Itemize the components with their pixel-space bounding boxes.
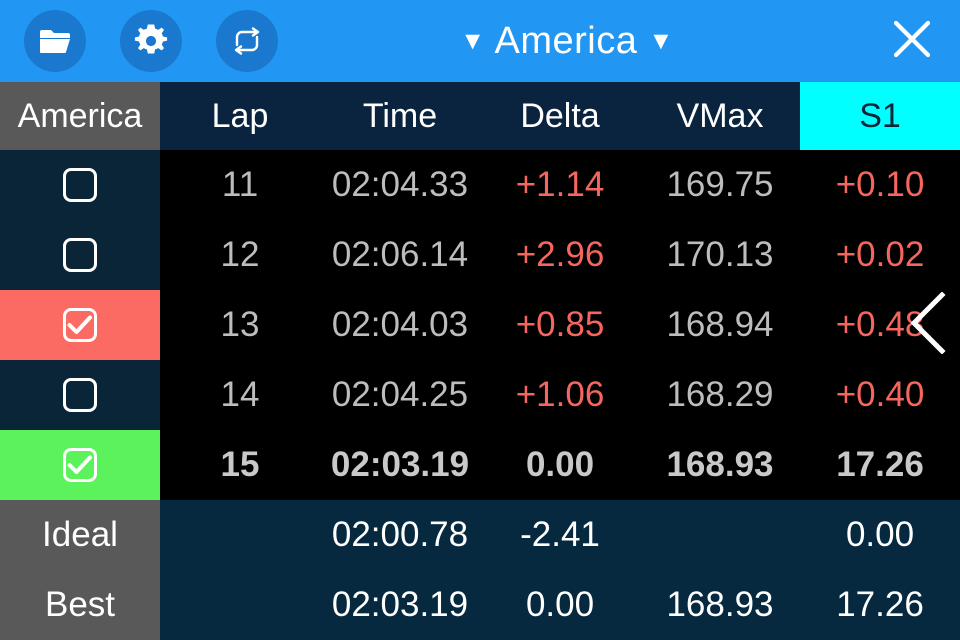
checkbox-icon[interactable] (63, 378, 97, 412)
row-select-cell[interactable] (0, 360, 160, 430)
laptimes-app: ▼ America ▼ America Lap Time Delta VMax … (0, 0, 960, 640)
cell-delta: +1.06 (515, 375, 605, 414)
table-row[interactable]: 14 02:04.25 +1.06 168.29 +0.40 (0, 360, 960, 430)
summary-label: Best (0, 570, 160, 640)
cell-vmax: 168.29 (666, 375, 774, 414)
cell-vmax: 170.13 (666, 235, 774, 274)
cell-delta: 0.00 (525, 445, 595, 484)
cell-s1: +0.48 (835, 305, 925, 344)
table-row[interactable]: 15 02:03.19 0.00 168.93 17.26 (0, 430, 960, 500)
close-icon (890, 17, 934, 66)
cell-lap: 13 (220, 305, 260, 344)
cell-delta: +0.85 (515, 305, 605, 344)
cell-time: 02:03.19 (330, 445, 470, 484)
chevron-down-icon-left: ▼ (460, 26, 486, 55)
top-bar: ▼ America ▼ (0, 0, 960, 82)
header-lap[interactable]: Lap (160, 82, 320, 150)
summary-delta: 0.00 (525, 585, 595, 624)
cell-lap: 14 (220, 375, 260, 414)
open-folder-button[interactable] (24, 10, 86, 72)
cell-s1: +0.02 (835, 235, 925, 274)
cell-s1: +0.40 (835, 375, 925, 414)
cell-lap: 11 (221, 165, 259, 204)
cell-delta: +1.14 (515, 165, 605, 204)
summary-delta: -2.41 (520, 515, 600, 554)
row-select-cell[interactable] (0, 220, 160, 290)
chevron-down-icon-right: ▼ (648, 26, 674, 55)
close-button[interactable] (876, 5, 948, 77)
header-delta[interactable]: Delta (480, 82, 640, 150)
checkbox-icon[interactable] (63, 238, 97, 272)
summary-time: 02:00.78 (331, 515, 469, 554)
session-title-dropdown[interactable]: ▼ America ▼ (258, 20, 876, 63)
cell-lap: 15 (220, 445, 260, 484)
header-select[interactable]: America (0, 82, 160, 150)
summary-vmax (640, 500, 800, 570)
summary-vmax: 168.93 (666, 585, 774, 624)
header-time[interactable]: Time (320, 82, 480, 150)
summary-lap (160, 570, 320, 640)
cell-time: 02:04.03 (331, 305, 469, 344)
table-row[interactable]: 11 02:04.33 +1.14 169.75 +0.10 (0, 150, 960, 220)
header-vmax[interactable]: VMax (640, 82, 800, 150)
checkbox-checked-icon[interactable] (63, 448, 97, 482)
laptimes-table: America Lap Time Delta VMax S1 11 02:04.… (0, 82, 960, 640)
row-select-cell[interactable] (0, 150, 160, 220)
folder-icon (38, 27, 72, 55)
settings-button[interactable] (120, 10, 182, 72)
cell-s1: 17.26 (836, 445, 924, 484)
summary-time: 02:03.19 (331, 585, 469, 624)
cell-vmax: 169.75 (666, 165, 774, 204)
row-select-cell[interactable] (0, 430, 160, 500)
summary-row-ideal: Ideal 02:00.78 -2.41 0.00 (0, 500, 960, 570)
row-select-cell[interactable] (0, 290, 160, 360)
summary-s1: 17.26 (836, 585, 924, 624)
table-row[interactable]: 12 02:06.14 +2.96 170.13 +0.02 (0, 220, 960, 290)
summary-lap (160, 500, 320, 570)
cell-s1: +0.10 (835, 165, 925, 204)
summary-s1: 0.00 (845, 515, 915, 554)
table-row[interactable]: 13 02:04.03 +0.85 168.94 +0.48 (0, 290, 960, 360)
cell-vmax: 168.93 (666, 445, 774, 484)
summary-label: Ideal (0, 500, 160, 570)
cell-time: 02:06.14 (331, 235, 469, 274)
cell-time: 02:04.33 (331, 165, 469, 204)
gear-icon (134, 24, 168, 58)
summary-row-best: Best 02:03.19 0.00 168.93 17.26 (0, 570, 960, 640)
header-s1[interactable]: S1 (800, 82, 960, 150)
table-header-row: America Lap Time Delta VMax S1 (0, 82, 960, 150)
cell-time: 02:04.25 (331, 375, 469, 414)
cell-delta: +2.96 (515, 235, 605, 274)
cell-lap: 12 (220, 235, 260, 274)
page-title: America (494, 19, 638, 62)
checkbox-icon[interactable] (63, 168, 97, 202)
checkbox-checked-icon[interactable] (63, 308, 97, 342)
cell-vmax: 168.94 (666, 305, 774, 344)
